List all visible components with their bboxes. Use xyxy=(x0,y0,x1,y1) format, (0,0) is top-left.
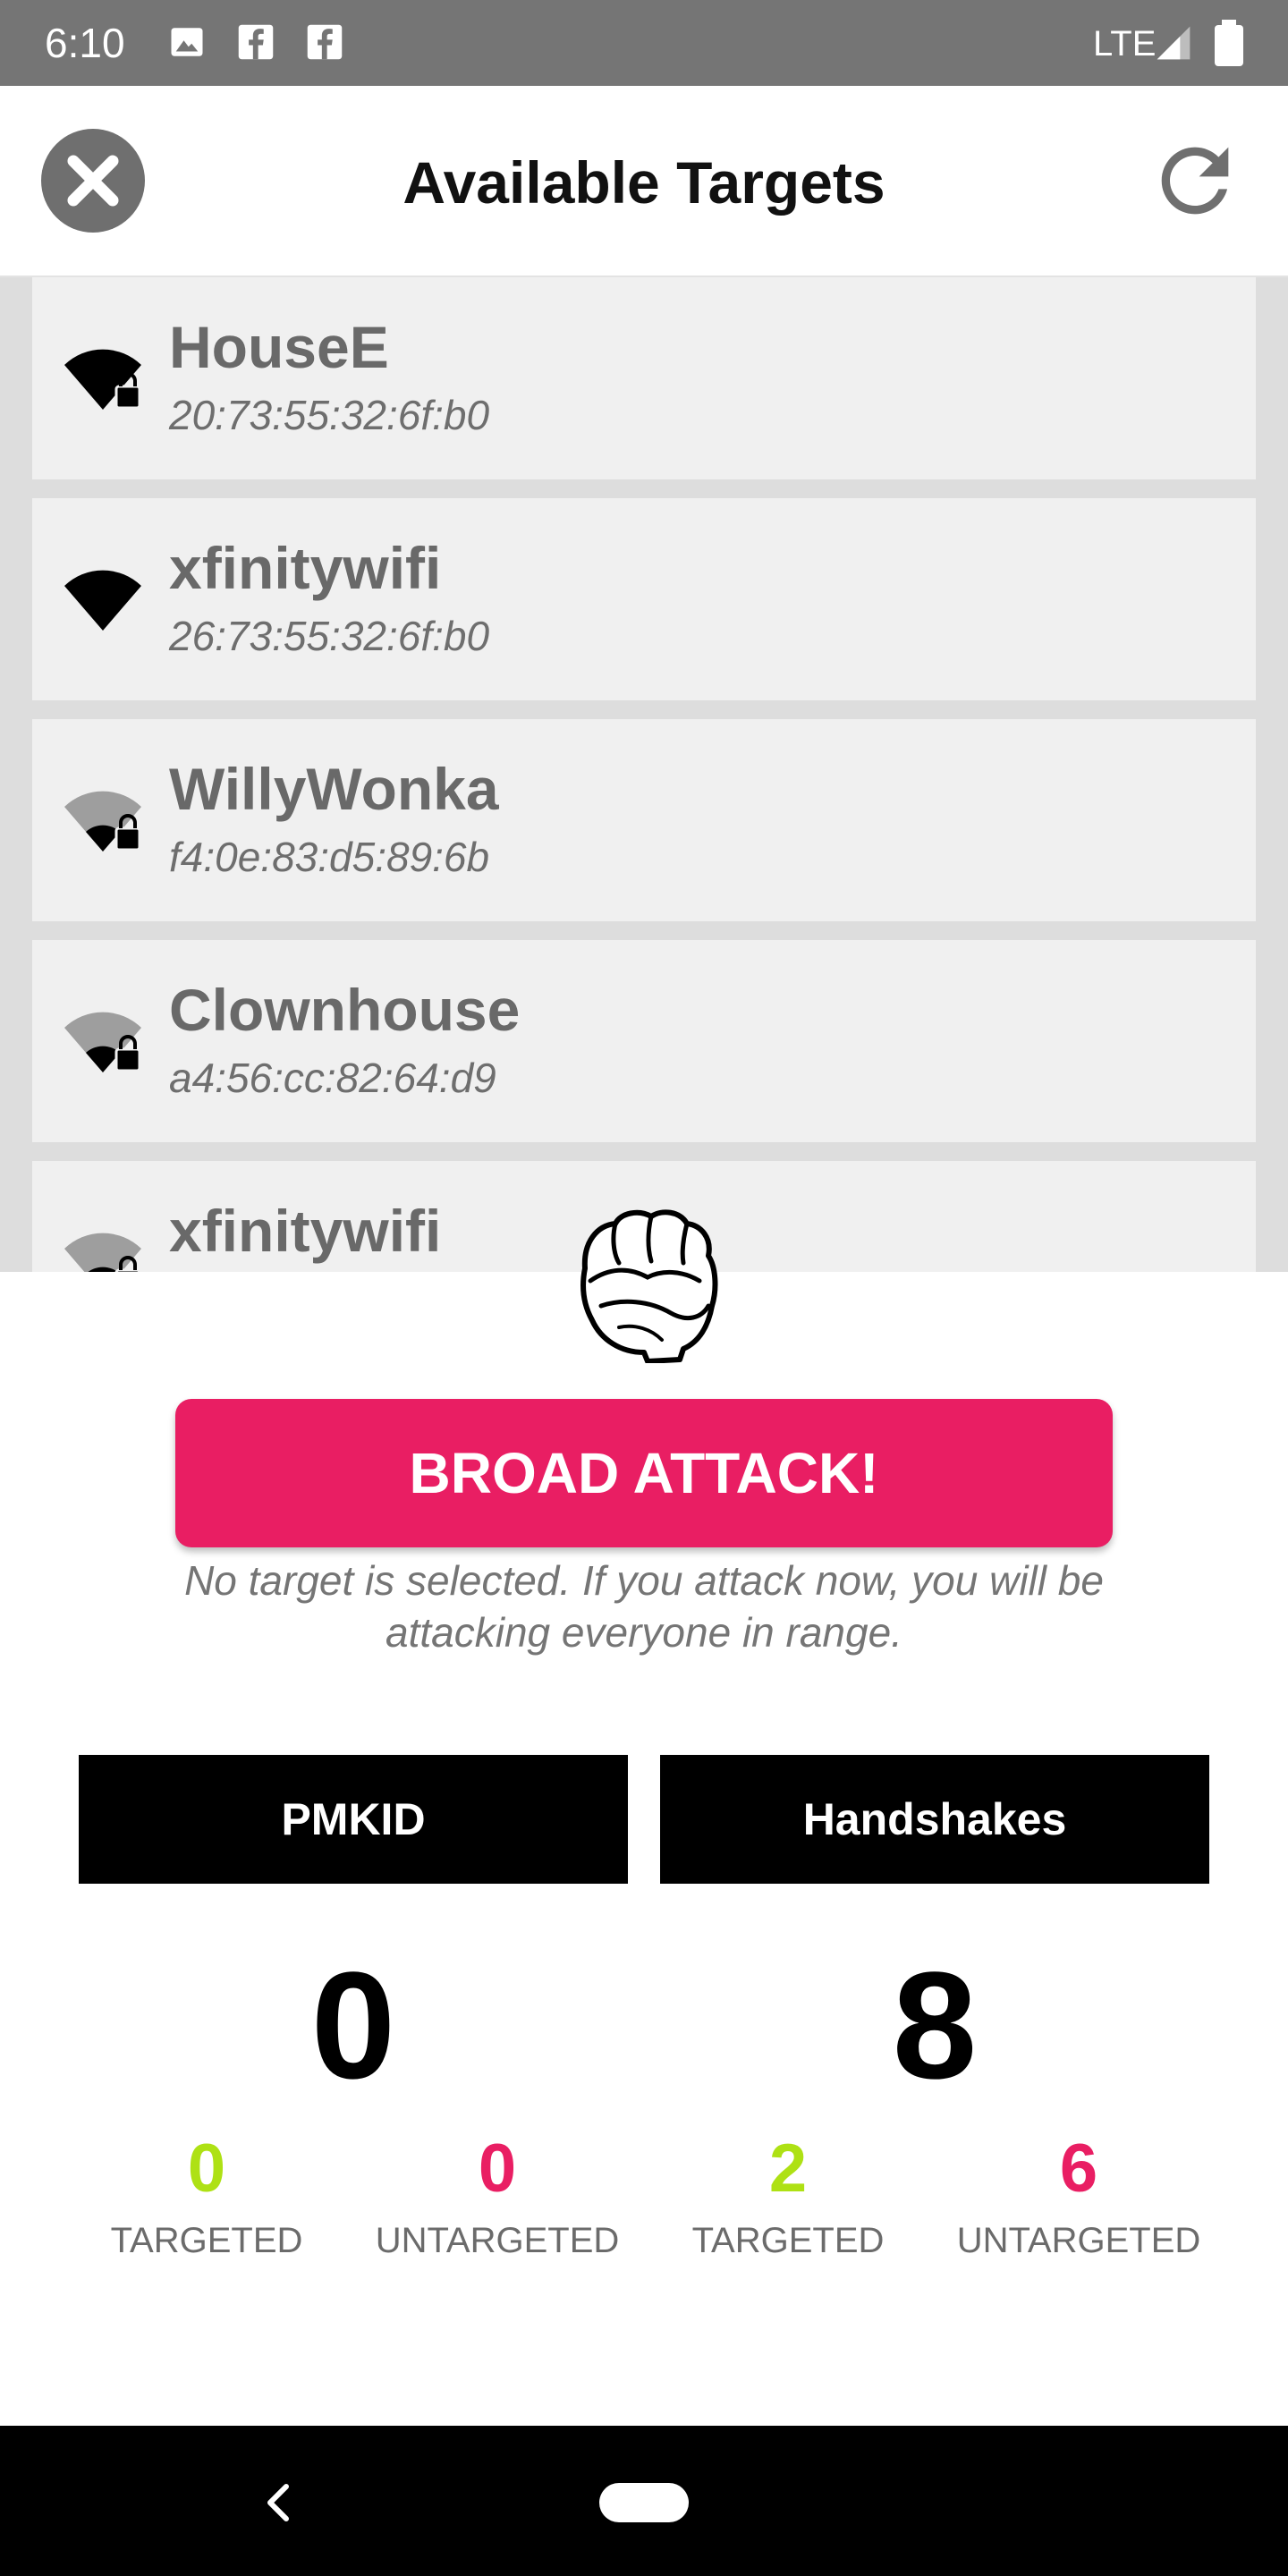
target-ssid: Clownhouse xyxy=(169,977,521,1043)
status-time: 6:10 xyxy=(45,20,125,66)
image-notification-icon xyxy=(171,28,203,56)
pmkid-targeted-count: 0 xyxy=(187,2131,226,2207)
battery-icon xyxy=(1215,20,1243,66)
back-icon[interactable] xyxy=(256,2478,301,2528)
facebook-notification-icon xyxy=(307,24,343,60)
target-bssid: 20:73:55:32:6f:b0 xyxy=(169,392,490,438)
target-item[interactable]: xfinitywifi 26:73:55:32:6f:b0 xyxy=(32,498,1256,700)
target-ssid: HouseE xyxy=(169,314,389,380)
wifi-weak-locked-icon xyxy=(64,1233,141,1272)
target-item[interactable]: HouseE 20:73:55:32:6f:b0 xyxy=(32,277,1256,479)
wifi-weak-locked-icon xyxy=(64,1012,141,1072)
home-button[interactable] xyxy=(599,2483,689,2522)
page-title: Available Targets xyxy=(402,149,886,216)
handshakes-untargeted-count: 6 xyxy=(1059,2131,1098,2207)
target-list[interactable]: HouseE 20:73:55:32:6f:b0 xfinitywifi 26:… xyxy=(0,277,1288,1272)
status-bar: 6:10 LTE xyxy=(0,0,1288,86)
wifi-weak-locked-icon xyxy=(64,791,141,852)
handshakes-total: 8 xyxy=(892,1941,978,2111)
wifi-locked-icon xyxy=(64,349,141,410)
cell-signal-icon xyxy=(1157,26,1191,60)
pmkid-targeted-label: TARGETED xyxy=(110,2221,303,2260)
fist-icon xyxy=(580,1209,718,1363)
target-ssid: xfinitywifi xyxy=(169,535,442,601)
target-bssid: 26:73:55:32:6f:b0 xyxy=(169,613,490,659)
target-bssid: a4:56:cc:82:64:d9 xyxy=(169,1055,496,1101)
handshakes-untargeted-label: UNTARGETED xyxy=(956,2221,1201,2260)
target-ssid: WillyWonka xyxy=(169,756,499,822)
pmkid-untargeted-label: UNTARGETED xyxy=(375,2221,620,2260)
tab-handshakes[interactable]: Handshakes xyxy=(660,1755,1209,1884)
target-item[interactable]: Clownhouse a4:56:cc:82:64:d9 xyxy=(32,940,1256,1142)
handshakes-targeted-label: TARGETED xyxy=(691,2221,885,2260)
broad-attack-button[interactable]: BROAD ATTACK! xyxy=(175,1399,1113,1547)
refresh-icon[interactable] xyxy=(1145,131,1245,231)
pmkid-untargeted-count: 0 xyxy=(478,2131,517,2207)
facebook-notification-icon xyxy=(238,24,274,60)
pmkid-total: 0 xyxy=(310,1941,396,2111)
target-bssid: f4:0e:83:d5:89:6b xyxy=(169,834,490,880)
target-item[interactable]: WillyWonka f4:0e:83:d5:89:6b xyxy=(32,719,1256,921)
network-type: LTE xyxy=(1093,24,1157,64)
wifi-icon xyxy=(64,570,141,631)
handshakes-targeted-count: 2 xyxy=(768,2131,808,2207)
attack-note: No target is selected. If you attack now… xyxy=(184,1557,1104,1656)
target-ssid: xfinitywifi xyxy=(169,1198,442,1264)
tab-pmkid[interactable]: PMKID xyxy=(79,1755,628,1884)
